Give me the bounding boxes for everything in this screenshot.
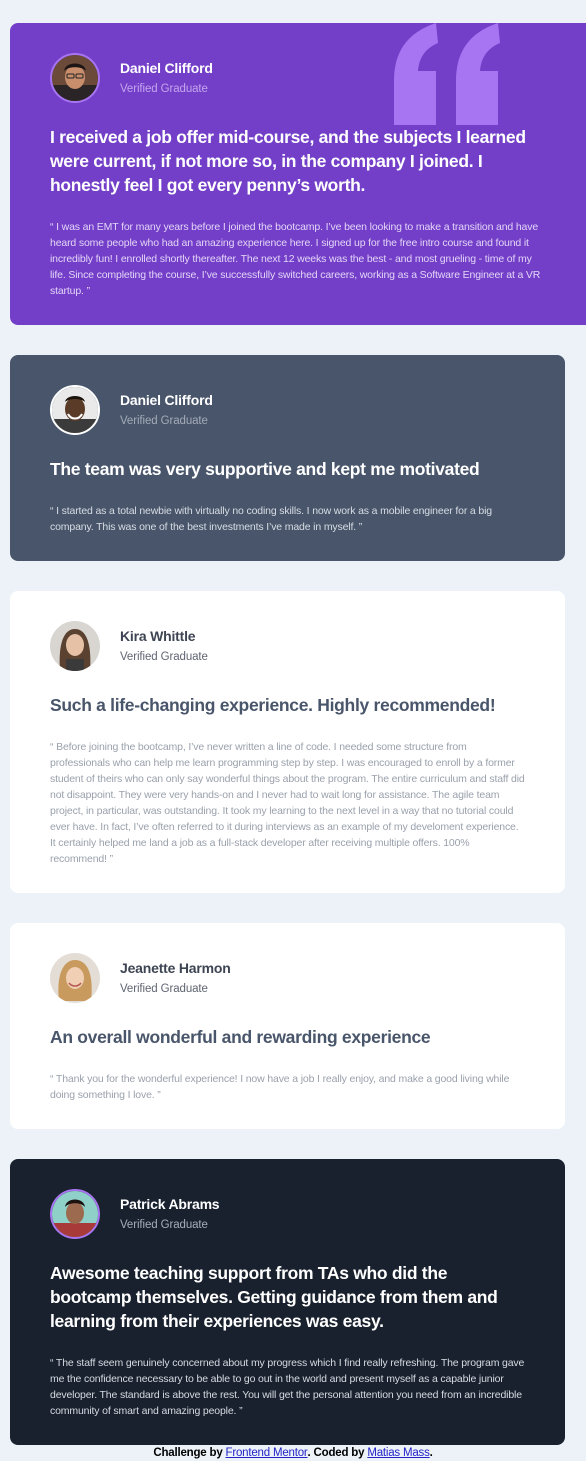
testimonial-body: “ I was an EMT for many years before I j…	[50, 221, 541, 297]
frontend-mentor-link[interactable]: Frontend Mentor	[226, 1447, 308, 1459]
reviewer: Daniel Clifford Verified Graduate	[50, 53, 546, 103]
avatar-photo-kira-icon	[50, 621, 100, 671]
avatar-photo-jeanette-icon	[50, 953, 100, 1003]
testimonial-body: “ The staff seem genuinely concerned abo…	[50, 1357, 525, 1417]
avatar-photo-jonathan-icon	[50, 385, 100, 435]
author-link[interactable]: Matias Mass	[367, 1447, 430, 1459]
avatar-photo-daniel-icon	[50, 53, 100, 103]
testimonial-body: “ Before joining the bootcamp, I’ve neve…	[50, 741, 525, 865]
reviewer-name: Kira Whittle	[120, 628, 196, 644]
testimonial-card-patrick-abrams: Patrick Abrams Verified Graduate Awesome…	[10, 1159, 565, 1445]
reviewer-role: Verified Graduate	[120, 651, 208, 663]
testimonial-card-daniel-clifford: Daniel Clifford Verified Graduate I rece…	[10, 23, 586, 325]
attribution-middle: . Coded by	[307, 1447, 368, 1459]
testimonial-body: “ Thank you for the wonderful experience…	[50, 1073, 510, 1101]
testimonial-headline: I received a job offer mid-course, and t…	[50, 127, 526, 195]
testimonial-headline: The team was very supportive and kept me…	[50, 459, 480, 479]
testimonial-headline: Such a life-changing experience. Highly …	[50, 695, 496, 715]
reviewer-role: Verified Graduate	[120, 83, 208, 95]
attribution-suffix: .	[429, 1447, 433, 1459]
attribution-footer: Challenge by Frontend Mentor. Coded by M…	[0, 1446, 586, 1461]
reviewer-name: Jeanette Harmon	[120, 960, 231, 976]
reviewer-role: Verified Graduate	[120, 983, 208, 995]
avatar-photo-patrick-icon	[50, 1189, 100, 1239]
testimonial-body: “ I started as a total newbie with virtu…	[50, 505, 492, 533]
testimonial-card-kira-whittle: Kira Whittle Verified Graduate Such a li…	[10, 591, 565, 893]
testimonial-card-jeanette-harmon: Jeanette Harmon Verified Graduate An ove…	[10, 923, 565, 1129]
reviewer-role: Verified Graduate	[120, 1219, 208, 1231]
reviewer: Patrick Abrams Verified Graduate	[50, 1189, 525, 1239]
reviewer-name: Daniel Clifford	[120, 392, 213, 408]
reviewer: Kira Whittle Verified Graduate	[50, 621, 525, 671]
reviewer-name: Patrick Abrams	[120, 1196, 220, 1212]
reviewer-name: Daniel Clifford	[120, 60, 213, 76]
testimonial-headline: Awesome teaching support from TAs who di…	[50, 1263, 498, 1331]
attribution-prefix: Challenge by	[153, 1447, 226, 1459]
testimonial-card-daniel-clifford-2: Daniel Clifford Verified Graduate The te…	[10, 355, 565, 561]
reviewer-role: Verified Graduate	[120, 415, 208, 427]
testimonial-headline: An overall wonderful and rewarding exper…	[50, 1027, 431, 1047]
reviewer: Daniel Clifford Verified Graduate	[50, 385, 525, 435]
reviewer: Jeanette Harmon Verified Graduate	[50, 953, 525, 1003]
